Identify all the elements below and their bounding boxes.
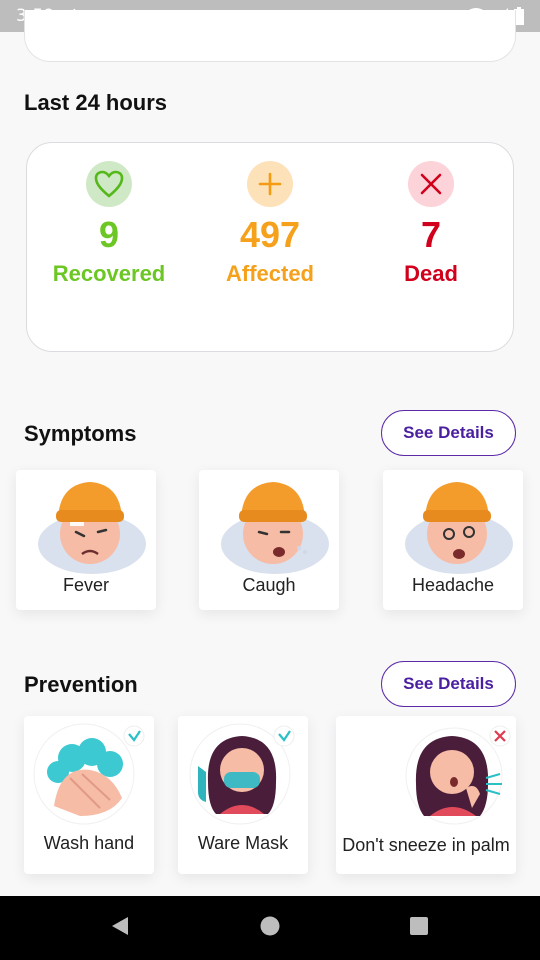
cough-illustration (221, 482, 329, 574)
symptom-tile-caugh[interactable]: Caugh (199, 470, 339, 610)
navigation-bar (0, 896, 540, 960)
prevention-tile-ware-mask[interactable]: Ware Mask (178, 716, 308, 874)
plus-icon (247, 161, 293, 207)
close-icon (408, 161, 454, 207)
symptoms-title: Symptoms (24, 421, 137, 446)
symptoms-see-details-button[interactable]: See Details (381, 410, 516, 456)
prevention-tile-dont-sneeze[interactable]: Don't sneeze in palm (336, 716, 516, 874)
recovered-label: Recovered (52, 261, 166, 286)
affected-count: 497 (239, 214, 301, 255)
wash-hand-illustration (33, 723, 145, 825)
last-24-hours-title: Last 24 hours (24, 90, 168, 115)
recents-icon[interactable] (408, 914, 430, 938)
sneeze-illustration (405, 725, 511, 825)
mask-illustration (189, 723, 295, 825)
heart-icon (86, 161, 132, 207)
symptom-label: Fever (62, 575, 109, 595)
dead-count: 7 (420, 214, 442, 255)
prevention-label: Wash hand (43, 833, 135, 853)
home-icon[interactable] (259, 914, 281, 938)
stats-card: 9 Recovered 497 Affected 7 Dead (26, 142, 514, 352)
prevention-title: Prevention (24, 672, 138, 697)
recovered-stat: 9 Recovered (29, 161, 189, 287)
symptom-label: Headache (411, 575, 495, 595)
affected-stat: 497 Affected (190, 161, 350, 287)
prevention-tile-wash-hand[interactable]: Wash hand (24, 716, 154, 874)
symptom-label: Caugh (242, 575, 296, 595)
affected-label: Affected (225, 261, 314, 286)
top-card (24, 10, 516, 62)
fever-illustration (38, 482, 146, 574)
headache-illustration (405, 482, 513, 574)
prevention-label: Ware Mask (197, 833, 289, 853)
symptom-tile-headache[interactable]: Headache (383, 470, 523, 610)
dead-stat: 7 Dead (351, 161, 511, 287)
back-icon[interactable] (108, 914, 132, 938)
prevention-see-details-button[interactable]: See Details (381, 661, 516, 707)
recovered-count: 9 (98, 214, 120, 255)
symptom-tile-fever[interactable]: Fever (16, 470, 156, 610)
prevention-label: Don't sneeze in palm (342, 835, 510, 855)
dead-label: Dead (404, 261, 458, 286)
